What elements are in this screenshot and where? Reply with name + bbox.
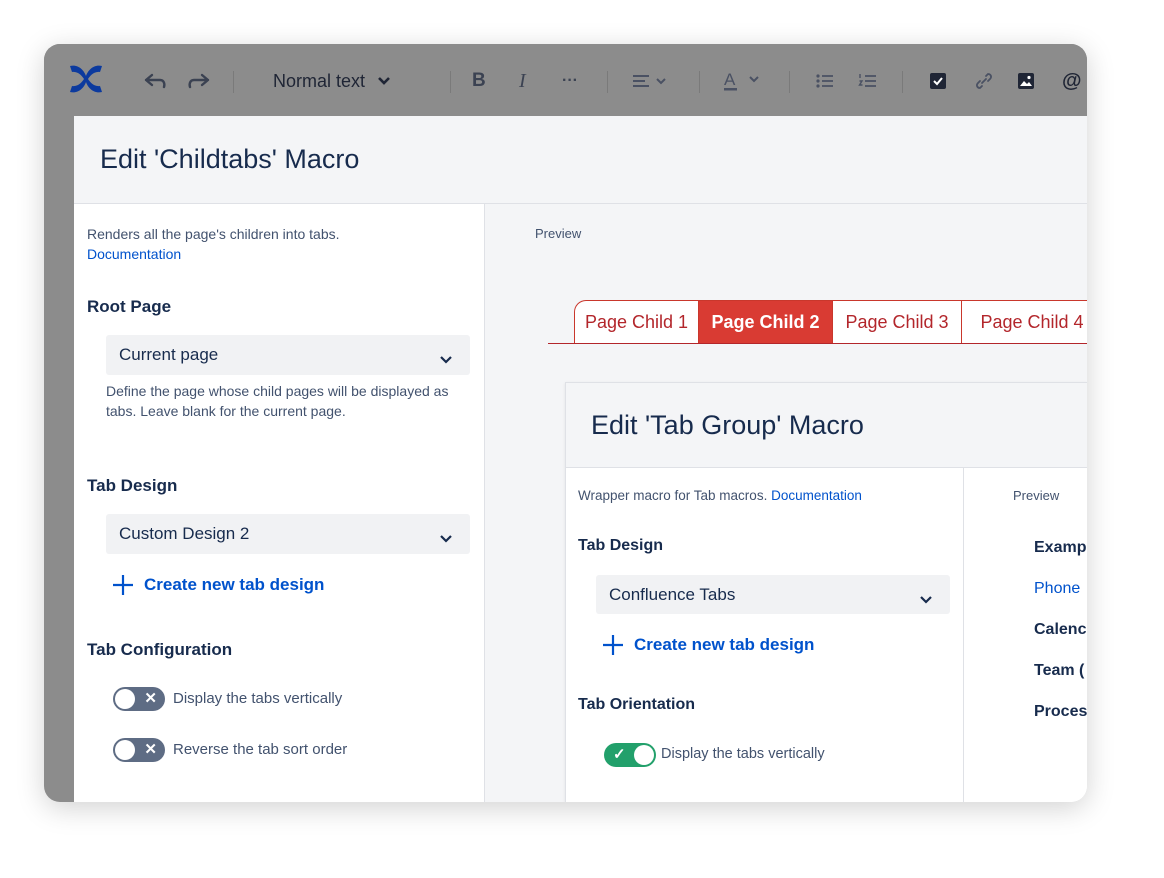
nested-tab-design-value: Confluence Tabs (609, 585, 736, 604)
tab-page-child-4[interactable]: Page Child 4 (961, 300, 1087, 343)
tab-page-child-2[interactable]: Page Child 2 (698, 300, 833, 343)
root-page-help: Define the page whose child pages will b… (106, 383, 449, 419)
childtabs-macro-dialog: Edit 'Childtabs' Macro Renders all the p… (74, 116, 1087, 802)
align-icon[interactable] (631, 68, 669, 94)
preview-panel: Preview Page Child 1 Page Child 2 Page C… (485, 204, 1087, 802)
macro-description: Renders all the page's children into tab… (87, 224, 340, 264)
nested-description-text: Wrapper macro for Tab macros. (578, 488, 768, 503)
image-icon[interactable] (1017, 68, 1035, 94)
tab-design-value: Custom Design 2 (119, 524, 250, 543)
toggle-knob (634, 745, 654, 765)
nested-dialog-header: Edit 'Tab Group' Macro (566, 383, 1087, 468)
nested-tab-design-select[interactable]: Confluence Tabs (596, 575, 950, 614)
nested-description: Wrapper macro for Tab macros. Documentat… (578, 486, 862, 506)
check-icon: ✓ (613, 746, 626, 763)
nested-settings-panel: Wrapper macro for Tab macros. Documentat… (566, 468, 964, 802)
italic-button[interactable]: I (519, 68, 526, 94)
mention-button[interactable]: @ (1062, 68, 1082, 94)
dialog-title: Edit 'Childtabs' Macro (100, 144, 360, 174)
toggle-knob (115, 740, 135, 760)
tab-design-heading: Tab Design (87, 476, 178, 495)
dialog-header: Edit 'Childtabs' Macro (74, 116, 1087, 204)
macro-description-text: Renders all the page's children into tab… (87, 226, 340, 242)
tab-label: Page Child 3 (845, 311, 949, 332)
chevron-down-icon (920, 589, 932, 609)
numbered-list-icon[interactable] (858, 68, 878, 94)
create-tab-design-button[interactable]: Create new tab design (112, 574, 324, 596)
toggle-knob (115, 689, 135, 709)
task-checkbox-icon[interactable] (929, 68, 947, 94)
link-icon[interactable] (974, 68, 994, 94)
root-page-heading: Root Page (87, 297, 172, 316)
toolbar-divider (450, 71, 451, 93)
tab-label: Page Child 4 (980, 311, 1084, 332)
tab-label: Page Child 2 (711, 311, 820, 332)
more-formatting-button[interactable]: ··· (562, 68, 578, 94)
create-tab-design-label: Create new tab design (144, 575, 325, 594)
bullet-list-icon[interactable] (815, 68, 835, 94)
editor-toolbar: Normal text B I ··· A @ (44, 44, 1087, 116)
app-window: Normal text B I ··· A @ Edit 'Childtabs'… (44, 44, 1087, 802)
tabs-underline (548, 343, 1087, 344)
nested-preview-label: Preview (1013, 488, 1060, 503)
svg-text:A: A (724, 70, 736, 89)
plus-icon (603, 635, 623, 655)
tab-group-macro-dialog: Edit 'Tab Group' Macro Wrapper macro for… (565, 382, 1087, 802)
redo-icon[interactable] (186, 68, 212, 94)
text-style-dropdown[interactable]: Normal text (273, 68, 391, 94)
bold-button[interactable]: B (472, 68, 486, 94)
chevron-down-icon (440, 349, 452, 369)
toolbar-divider (233, 71, 234, 93)
preview-vertical-tab[interactable]: Proces (1034, 703, 1087, 721)
reverse-sort-label: Reverse the tab sort order (173, 741, 348, 758)
preview-vertical-tab[interactable]: Team ( (1034, 662, 1084, 680)
nested-preview-panel: Preview Examp Phone Calenc Team ( Proces (964, 468, 1087, 802)
confluence-logo-icon[interactable] (68, 65, 104, 93)
display-vertically-label: Display the tabs vertically (173, 690, 343, 707)
nested-dialog-title: Edit 'Tab Group' Macro (591, 410, 864, 440)
tab-orientation-heading: Tab Orientation (578, 696, 696, 713)
root-page-value: Current page (119, 345, 219, 364)
chevron-down-icon (440, 528, 452, 548)
reverse-sort-toggle[interactable]: ✕ (113, 738, 165, 762)
nested-display-vertically-toggle[interactable]: ✓ (604, 743, 656, 767)
macro-settings-panel: Renders all the page's children into tab… (74, 204, 485, 802)
close-icon: ✕ (144, 741, 157, 758)
close-icon: ✕ (144, 690, 157, 707)
toolbar-divider (699, 71, 700, 93)
text-color-icon[interactable]: A (722, 68, 762, 94)
toolbar-divider (902, 71, 903, 93)
nested-display-vertically-label: Display the tabs vertically (661, 746, 825, 762)
root-page-select[interactable]: Current page (106, 335, 470, 375)
preview-vertical-tab[interactable]: Examp (1034, 539, 1086, 557)
preview-vertical-tab[interactable]: Calenc (1034, 621, 1086, 639)
tab-design-select[interactable]: Custom Design 2 (106, 514, 470, 554)
toolbar-divider (789, 71, 790, 93)
nested-create-tab-design-label: Create new tab design (634, 635, 815, 654)
text-style-label: Normal text (273, 70, 366, 91)
nested-tab-design-heading: Tab Design (578, 537, 664, 554)
nested-create-tab-design-button[interactable]: Create new tab design (602, 634, 814, 656)
undo-icon[interactable] (142, 68, 168, 94)
documentation-link[interactable]: Documentation (87, 246, 181, 262)
preview-label: Preview (535, 226, 582, 241)
preview-vertical-tab[interactable]: Phone (1034, 580, 1080, 598)
tab-configuration-heading: Tab Configuration (87, 640, 233, 659)
tab-page-child-1[interactable]: Page Child 1 (574, 300, 699, 343)
display-vertically-toggle[interactable]: ✕ (113, 687, 165, 711)
plus-icon (113, 575, 133, 595)
tab-page-child-3[interactable]: Page Child 3 (832, 300, 962, 343)
nested-documentation-link[interactable]: Documentation (771, 488, 862, 503)
toolbar-divider (607, 71, 608, 93)
tab-label: Page Child 1 (584, 311, 689, 332)
chevron-down-icon (378, 77, 390, 85)
